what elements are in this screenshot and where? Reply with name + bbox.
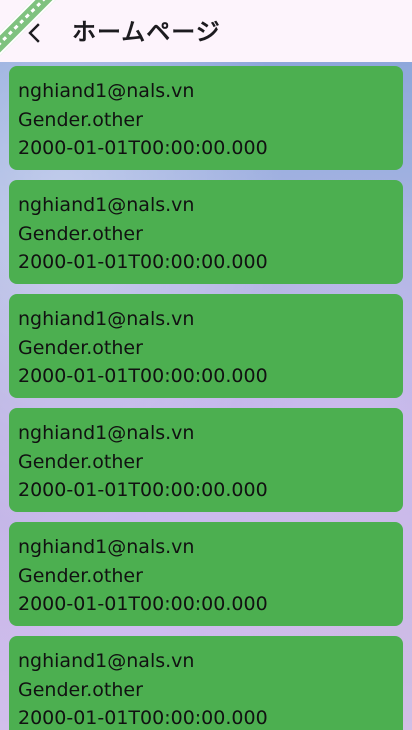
user-email: nghiand1@nals.vn (18, 536, 195, 558)
user-email: nghiand1@nals.vn (18, 308, 195, 330)
user-gender: Gender.other (18, 336, 143, 359)
user-birthday: 2000-01-01T00:00:00.000 (18, 479, 268, 501)
user-birthday: 2000-01-01T00:00:00.000 (18, 593, 268, 615)
user-birthday: 2000-01-01T00:00:00.000 (18, 707, 268, 729)
user-email: nghiand1@nals.vn (18, 650, 195, 672)
user-card[interactable]: nghiand1@nals.vn Gender.other 2000-01-01… (9, 294, 403, 398)
user-email: nghiand1@nals.vn (18, 194, 195, 216)
app-bar: ホームページ (0, 0, 412, 62)
user-birthday: 2000-01-01T00:00:00.000 (18, 365, 268, 387)
user-gender: Gender.other (18, 564, 143, 587)
user-birthday: 2000-01-01T00:00:00.000 (18, 251, 268, 273)
user-card[interactable]: nghiand1@nals.vn Gender.other 2000-01-01… (9, 522, 403, 626)
user-gender: Gender.other (18, 108, 143, 131)
page-title: ホームページ (72, 18, 221, 46)
user-gender: Gender.other (18, 450, 143, 473)
user-card[interactable]: nghiand1@nals.vn Gender.other 2000-01-01… (9, 66, 403, 170)
user-card[interactable]: nghiand1@nals.vn Gender.other 2000-01-01… (9, 408, 403, 512)
user-email: nghiand1@nals.vn (18, 80, 195, 102)
user-email: nghiand1@nals.vn (18, 422, 195, 444)
user-gender: Gender.other (18, 678, 143, 701)
user-card[interactable]: nghiand1@nals.vn Gender.other 2000-01-01… (9, 180, 403, 284)
background-area: nghiand1@nals.vn Gender.other 2000-01-01… (0, 62, 412, 730)
user-list[interactable]: nghiand1@nals.vn Gender.other 2000-01-01… (9, 66, 403, 730)
user-birthday: 2000-01-01T00:00:00.000 (18, 137, 268, 159)
user-gender: Gender.other (18, 222, 143, 245)
user-card[interactable]: nghiand1@nals.vn Gender.other 2000-01-01… (9, 636, 403, 730)
